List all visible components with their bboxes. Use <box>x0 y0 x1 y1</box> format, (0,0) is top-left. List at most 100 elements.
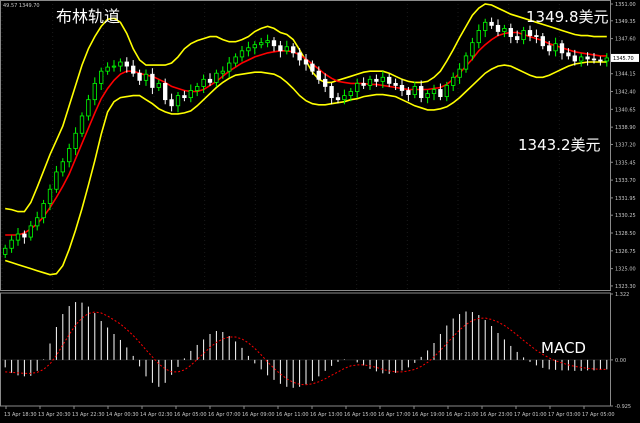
candle-body <box>598 59 603 62</box>
current-price-label: 1345.70 <box>613 56 634 62</box>
price-tick-label: 1328.50 <box>615 231 636 237</box>
price-tick-label: 1347.60 <box>615 37 636 43</box>
candle-body <box>476 30 481 44</box>
candle-body <box>175 95 181 107</box>
time-tick-label: 14 Apr 00:30 <box>106 412 139 418</box>
candle-body <box>54 171 59 190</box>
price-tick-label: 1323.30 <box>615 284 636 290</box>
lower-band-annotation: 1343.2美元 <box>518 136 601 154</box>
candle-body <box>355 82 360 92</box>
candle-body <box>207 78 213 83</box>
symbol-readout: 49.57 1349.70 <box>3 3 40 9</box>
candle-body <box>284 46 289 52</box>
price-tick-label: 1326.75 <box>615 249 636 255</box>
candle-body <box>28 225 33 238</box>
candle-body <box>86 99 91 117</box>
candle-body <box>150 73 155 88</box>
candle-body <box>92 82 97 101</box>
price-tick-label: 1331.95 <box>615 196 636 202</box>
candle-body <box>15 233 21 241</box>
candle-body <box>489 21 494 26</box>
candle-body <box>201 78 206 87</box>
candle-body <box>303 59 309 65</box>
candle-body <box>3 247 8 255</box>
candle-body <box>431 89 437 94</box>
candle-body <box>47 188 53 204</box>
candle-body <box>534 35 539 37</box>
candle-body <box>521 30 526 41</box>
candle-body <box>412 86 417 95</box>
candle-body <box>495 24 501 32</box>
candle-body <box>553 43 558 52</box>
candle-body <box>335 97 341 101</box>
price-tick-label: 1325.00 <box>615 267 636 273</box>
candle-body <box>399 85 405 91</box>
candle-body <box>547 45 552 52</box>
price-tick-label: 1340.65 <box>615 107 636 113</box>
price-tick-label: 1351.00 <box>615 2 636 8</box>
price-tick-label: 1337.20 <box>615 142 636 148</box>
price-tick-label: 1349.35 <box>615 19 636 25</box>
candle-body <box>361 82 366 86</box>
time-tick-label: 16 Apr 23:00 <box>480 412 513 418</box>
candle-body <box>591 58 597 61</box>
candle-body <box>131 65 136 74</box>
candle-body <box>329 86 334 99</box>
candle-body <box>246 47 251 52</box>
time-tick-label: 16 Apr 15:00 <box>344 412 377 418</box>
candle-body <box>527 30 533 36</box>
candle-body <box>188 90 193 99</box>
time-tick-label: 16 Apr 19:00 <box>412 412 445 418</box>
candle-body <box>604 57 609 62</box>
candle-body <box>374 78 379 82</box>
price-tick-label: 1333.70 <box>615 178 636 184</box>
candle-body <box>105 66 110 72</box>
candle-body <box>182 95 187 99</box>
candle-body <box>73 132 78 149</box>
candle-body <box>214 72 219 83</box>
candle-body <box>271 40 277 47</box>
candle-body <box>259 42 264 46</box>
price-tick-label: 1335.45 <box>615 160 636 166</box>
candle-body <box>291 46 296 54</box>
candle-body <box>252 44 257 49</box>
candle-body <box>239 50 245 58</box>
candle-body <box>380 76 385 82</box>
candle-body <box>316 70 321 80</box>
candle-body <box>35 217 40 227</box>
candle-body <box>367 78 373 86</box>
candle-body <box>41 203 46 219</box>
candle-body <box>387 76 392 84</box>
candle-body <box>419 86 424 99</box>
candle-body <box>483 21 488 31</box>
candle-body <box>310 63 315 72</box>
candle-body <box>143 73 149 81</box>
candle-body <box>220 70 225 74</box>
candle-body <box>60 161 65 173</box>
time-tick-label: 16 Apr 11:00 <box>276 412 309 418</box>
chart-background <box>0 0 640 423</box>
candle-body <box>22 233 27 238</box>
time-tick-label: 13 Apr 20:30 <box>38 412 71 418</box>
upper-band-annotation: 1349.8美元 <box>526 8 609 26</box>
price-tick-label: 1342.40 <box>615 90 636 96</box>
candle-body <box>393 82 398 86</box>
candle-body <box>118 61 123 67</box>
candle-body <box>566 52 571 57</box>
candle-body <box>540 36 545 47</box>
time-tick-label: 16 Apr 09:00 <box>242 412 275 418</box>
time-tick-label: 13 Apr 22:30 <box>72 412 105 418</box>
candle-body <box>111 65 117 68</box>
candle-body <box>559 43 565 54</box>
candle-body <box>156 82 161 88</box>
time-tick-label: 13 Apr 18:30 <box>4 412 37 418</box>
candle-body <box>297 52 302 61</box>
candle-body <box>508 28 513 37</box>
candle-body <box>169 99 174 107</box>
price-tick-label: 1338.90 <box>615 125 636 131</box>
chart-title: 布林轨道 <box>56 7 120 26</box>
trading-chart: 1351.001349.351347.601345.851344.151342.… <box>0 0 640 423</box>
candle-body <box>278 45 283 52</box>
time-tick-label: 16 Apr 07:00 <box>208 412 241 418</box>
candle-body <box>342 95 347 101</box>
